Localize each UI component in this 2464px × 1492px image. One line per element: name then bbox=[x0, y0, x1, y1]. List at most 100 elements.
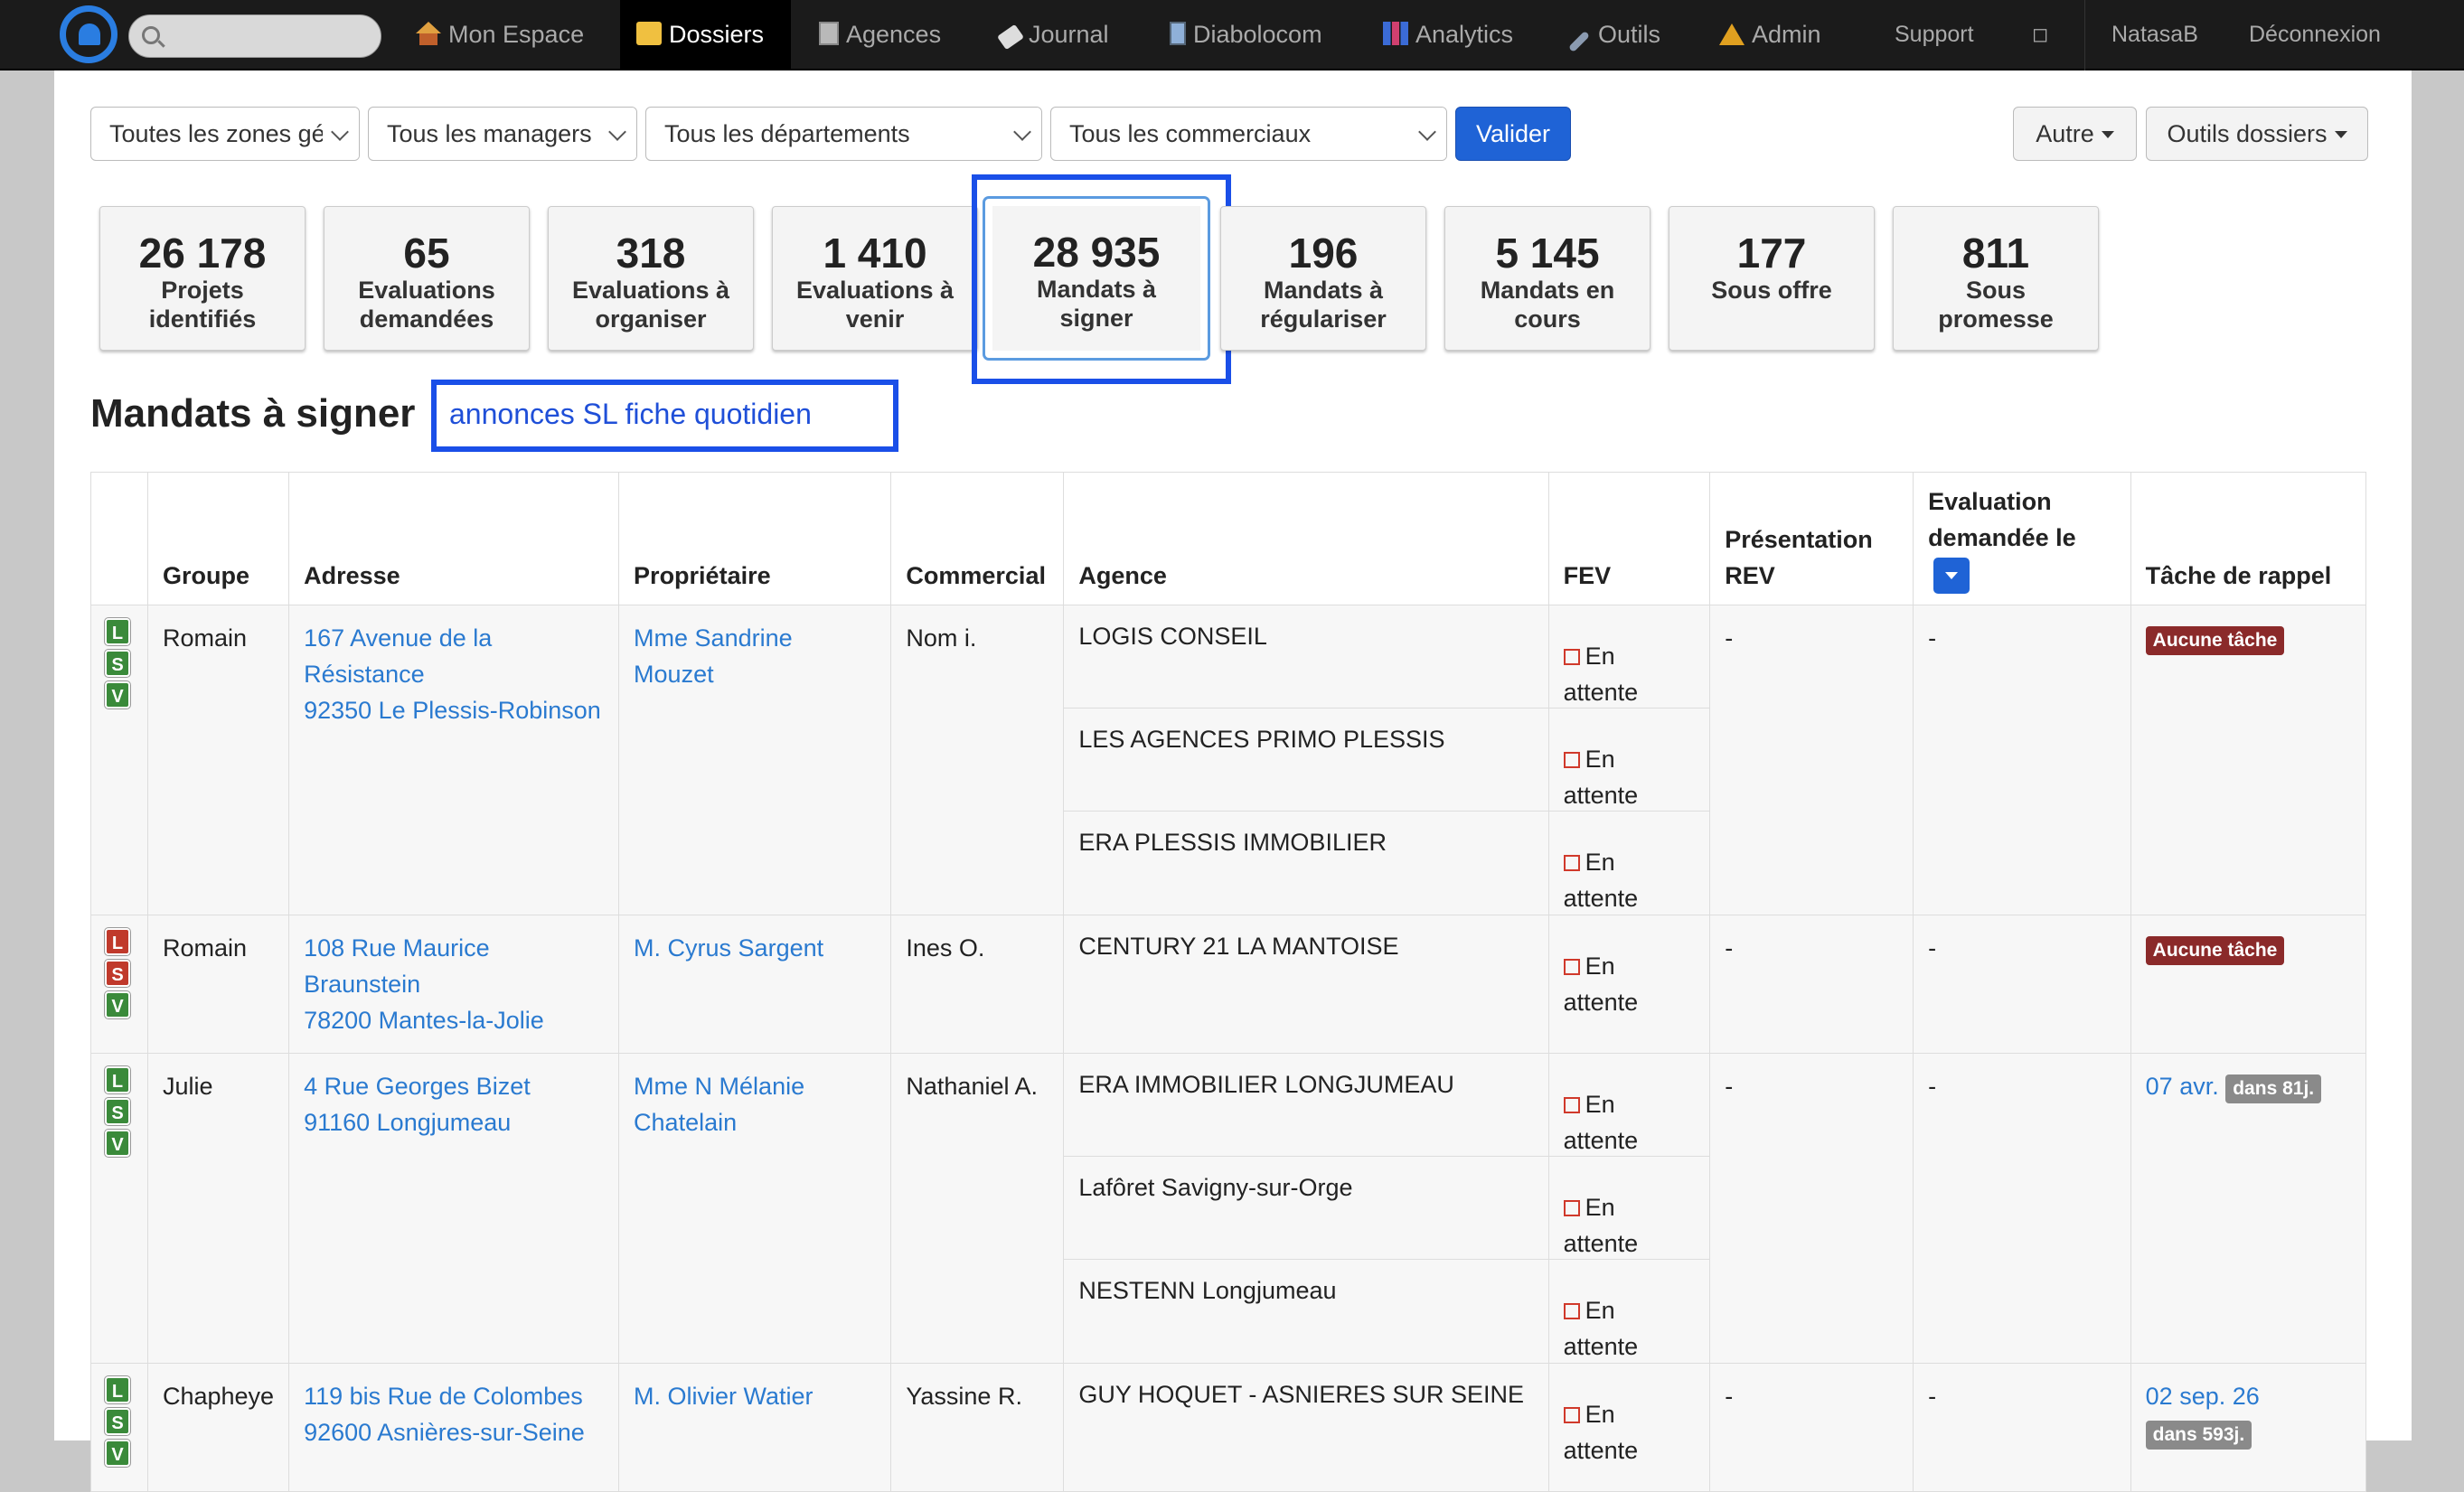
stat-label: Evaluations à bbox=[571, 277, 730, 304]
stat-evaluations-demandees[interactable]: 65 Evaluations demandées bbox=[324, 206, 530, 351]
checkbox-icon[interactable] bbox=[1563, 1096, 1580, 1113]
fev-status[interactable]: En attente bbox=[1549, 812, 1710, 915]
nav-mon-espace[interactable]: Mon Espace bbox=[403, 0, 597, 70]
stat-sous-promesse[interactable]: 811 Sous promesse bbox=[1893, 206, 2099, 351]
header-tache[interactable]: Tâche de rappel bbox=[2130, 472, 2367, 605]
l-badge[interactable]: L bbox=[105, 1375, 130, 1403]
l-badge[interactable]: L bbox=[105, 1065, 130, 1093]
zones-select[interactable]: Toutes les zones géo bbox=[90, 107, 360, 161]
checkbox-icon[interactable] bbox=[1563, 648, 1580, 665]
header-presentation[interactable]: Présentation REV bbox=[1709, 472, 1914, 605]
v-badge[interactable]: V bbox=[105, 1439, 130, 1467]
nav-dossiers[interactable]: Dossiers bbox=[620, 0, 792, 70]
s-badge[interactable]: S bbox=[105, 1097, 130, 1125]
search-box[interactable] bbox=[128, 14, 381, 58]
stat-projets-identifies[interactable]: 26 178 Projets identifiés bbox=[99, 206, 306, 351]
header-agence[interactable]: Agence bbox=[1063, 472, 1549, 605]
proprietaire-link[interactable]: Mme Sandrine Mouzet bbox=[634, 624, 793, 688]
sort-dropdown-icon[interactable] bbox=[1933, 557, 1970, 594]
stat-mandats-en-cours[interactable]: 5 145 Mandats en cours bbox=[1444, 206, 1651, 351]
proprietaire-link[interactable]: M. Cyrus Sargent bbox=[634, 934, 823, 962]
s-badge[interactable]: S bbox=[105, 1407, 130, 1435]
fev-status[interactable]: En attente bbox=[1549, 915, 1710, 1018]
valider-button[interactable]: Valider bbox=[1455, 107, 1571, 161]
adresse-link[interactable]: 108 Rue Maurice Braunstein 78200 Mantes-l… bbox=[304, 930, 604, 1038]
outils-dossiers-button[interactable]: Outils dossiers bbox=[2146, 107, 2368, 161]
stat-label: Sous bbox=[1965, 277, 2026, 304]
departements-select[interactable]: Tous les départements bbox=[645, 107, 1042, 161]
header-proprietaire[interactable]: Propriétaire bbox=[618, 472, 892, 605]
fev-status[interactable]: En attente bbox=[1548, 1054, 1710, 1157]
tache-date-link[interactable]: 02 sep. 26 bbox=[2146, 1383, 2260, 1410]
stat-sous-offre[interactable]: 177 Sous offre bbox=[1669, 206, 1875, 351]
fev-status[interactable]: En attente bbox=[1548, 708, 1710, 812]
nav-logout[interactable]: Déconnexion bbox=[2249, 0, 2381, 70]
adresse-link[interactable]: 167 Avenue de la Résistance 92350 Le Pless… bbox=[304, 620, 604, 728]
adresse-cell: 167 Avenue de la Résistance 92350 Le Pless… bbox=[288, 604, 620, 915]
stat-mandats-a-regulariser[interactable]: 196 Mandats à régulariser bbox=[1220, 206, 1426, 351]
folder-icon bbox=[636, 22, 662, 45]
lsv-cell: LSV bbox=[90, 1362, 148, 1492]
evaluation-cell: - bbox=[1913, 1362, 2131, 1492]
phone-icon bbox=[1170, 22, 1186, 45]
managers-select[interactable]: Tous les managers bbox=[368, 107, 637, 161]
tache-badge[interactable]: Aucune tâche bbox=[2145, 625, 2285, 655]
header-fev[interactable]: FEV bbox=[1547, 472, 1711, 605]
l-badge[interactable]: L bbox=[105, 617, 130, 645]
proprietaire-link[interactable]: Mme N Mélanie Chatelain bbox=[634, 1068, 876, 1140]
stat-evaluations-a-organiser[interactable]: 318 Evaluations à organiser bbox=[548, 206, 754, 351]
nav-user[interactable]: NatasaB bbox=[2111, 0, 2198, 70]
nav-outils[interactable]: Outils bbox=[1567, 0, 1660, 70]
home-logo-icon[interactable] bbox=[60, 5, 118, 63]
v-badge[interactable]: V bbox=[105, 990, 130, 1018]
v-badge[interactable]: V bbox=[105, 1129, 130, 1157]
stat-number: 5 145 bbox=[1495, 230, 1600, 277]
fev-status[interactable]: En attente bbox=[1548, 1157, 1710, 1260]
header-evaluation[interactable]: Evaluation demandée le bbox=[1913, 472, 2131, 605]
outils-dossiers-label: Outils dossiers bbox=[2167, 120, 2328, 147]
nav-agences[interactable]: Agences bbox=[819, 0, 941, 70]
checkbox-icon[interactable] bbox=[1563, 958, 1580, 975]
proprietaire-cell: Mme Sandrine Mouzet bbox=[618, 604, 892, 915]
fev-status[interactable]: En attente bbox=[1548, 605, 1710, 708]
header-commercial[interactable]: Commercial bbox=[890, 472, 1065, 605]
evaluation-cell: - bbox=[1913, 1052, 2131, 1364]
groupe-cell: Chapheye bbox=[146, 1362, 290, 1492]
search-input[interactable] bbox=[169, 23, 368, 50]
proprietaire-link[interactable]: M. Olivier Watier bbox=[634, 1383, 813, 1410]
square-icon[interactable]: ◻ bbox=[2032, 0, 2048, 70]
tache-date-link[interactable]: 07 avr. bbox=[2146, 1073, 2219, 1100]
checkbox-icon[interactable] bbox=[1563, 751, 1580, 768]
header-groupe[interactable]: Groupe bbox=[146, 472, 290, 605]
stat-label: Projets bbox=[161, 277, 244, 304]
house-icon bbox=[416, 22, 441, 45]
fev-status[interactable]: En attente bbox=[1549, 1260, 1710, 1363]
tache-badge[interactable]: Aucune tâche bbox=[2145, 935, 2285, 965]
s-badge[interactable]: S bbox=[105, 649, 130, 677]
adresse-link[interactable]: 119 bis Rue de Colombes 92600 Asnières-su… bbox=[304, 1378, 604, 1450]
nav-support[interactable]: Support bbox=[1895, 0, 1974, 70]
checkbox-icon[interactable] bbox=[1563, 1302, 1580, 1319]
commerciaux-select[interactable]: Tous les commerciaux bbox=[1050, 107, 1447, 161]
autre-dropdown-button[interactable]: Autre bbox=[2013, 107, 2137, 161]
stat-label: organiser bbox=[595, 305, 707, 333]
header-adresse[interactable]: Adresse bbox=[288, 472, 620, 605]
lsv-cell: LSV bbox=[90, 1052, 148, 1364]
stat-evaluations-a-venir[interactable]: 1 410 Evaluations à venir bbox=[772, 206, 978, 351]
v-badge[interactable]: V bbox=[105, 680, 130, 708]
nav-admin[interactable]: Admin bbox=[1719, 0, 1821, 70]
checkbox-icon[interactable] bbox=[1563, 854, 1580, 871]
l-badge[interactable]: L bbox=[105, 927, 130, 955]
s-badge[interactable]: S bbox=[105, 959, 130, 987]
fev-cell: En attente En attente En attente bbox=[1547, 604, 1711, 915]
proprietaire-line: Chatelain bbox=[634, 1108, 738, 1136]
nav-diabolocom[interactable]: Diabolocom bbox=[1170, 0, 1322, 70]
checkbox-icon[interactable] bbox=[1563, 1406, 1580, 1423]
adresse-link[interactable]: 4 Rue Georges Bizet 91160 Longjumeau bbox=[304, 1068, 604, 1140]
checkbox-icon[interactable] bbox=[1563, 1199, 1580, 1216]
adresse-cell: 4 Rue Georges Bizet 91160 Longjumeau bbox=[288, 1052, 620, 1364]
fev-status[interactable]: En attente bbox=[1549, 1364, 1710, 1467]
nav-journal[interactable]: Journal bbox=[997, 0, 1109, 70]
agence-name: NESTENN Longjumeau bbox=[1078, 1276, 1337, 1304]
nav-analytics[interactable]: Analytics bbox=[1383, 0, 1513, 70]
